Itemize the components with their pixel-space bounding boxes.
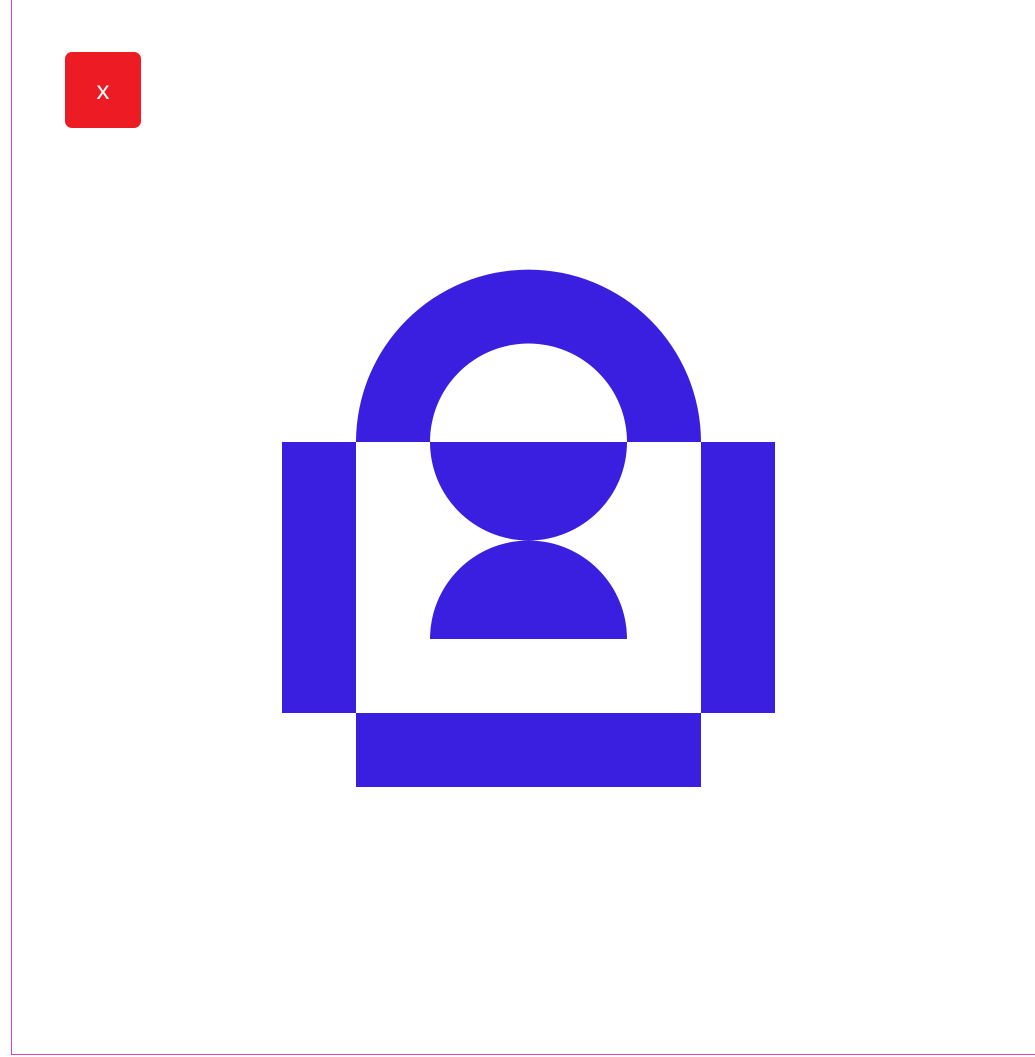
user-body <box>430 540 627 639</box>
lock-body-left <box>282 442 356 713</box>
lock-body-bottom <box>356 713 701 787</box>
lock-shackle <box>356 269 701 442</box>
lock-body-right <box>701 442 775 713</box>
lock-user-icon <box>282 269 775 787</box>
user-head <box>430 442 627 541</box>
